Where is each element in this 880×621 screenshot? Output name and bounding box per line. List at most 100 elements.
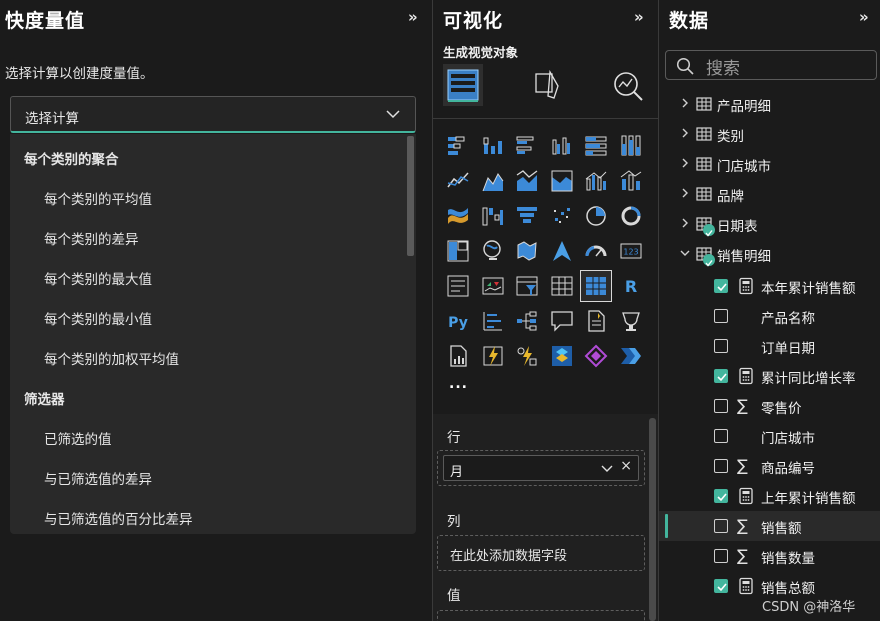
- field-checkbox[interactable]: [714, 549, 728, 563]
- values-well[interactable]: [437, 610, 645, 621]
- powerapps-visual-button[interactable]: [512, 341, 542, 371]
- field-checkbox[interactable]: [714, 579, 728, 593]
- dropdown-option[interactable]: 每个类别的加权平均值: [10, 340, 406, 380]
- chevron-right-icon[interactable]: [679, 217, 691, 229]
- line-clustered-column-visual-button[interactable]: [581, 166, 611, 196]
- qa-visual-button[interactable]: [547, 306, 577, 336]
- matrix-visual-button[interactable]: [580, 270, 612, 302]
- area-chart-visual-button[interactable]: [478, 166, 508, 196]
- field-row[interactable]: ∑ 零售价: [659, 391, 880, 421]
- field-checkbox[interactable]: [714, 459, 728, 473]
- columns-well[interactable]: 在此处添加数据字段: [437, 535, 645, 571]
- field-row[interactable]: 上年累计销售额: [659, 481, 880, 511]
- field-checkbox[interactable]: [714, 309, 728, 323]
- field-row[interactable]: ∑ 销售数量: [659, 541, 880, 571]
- chevron-down-icon[interactable]: [679, 247, 691, 259]
- table-row[interactable]: 门店城市: [659, 150, 880, 180]
- metrics-visual-button[interactable]: [616, 306, 646, 336]
- chevron-down-icon[interactable]: [600, 461, 614, 475]
- chevron-right-icon[interactable]: [679, 187, 691, 199]
- field-checkbox[interactable]: [714, 489, 728, 503]
- 100-stacked-bar-visual-button[interactable]: [581, 131, 611, 161]
- chevron-right-icon[interactable]: [679, 97, 691, 109]
- dropdown-option[interactable]: 每个类别的最小值: [10, 300, 406, 340]
- field-checkbox[interactable]: [714, 339, 728, 353]
- dropdown-option[interactable]: 每个类别的平均值: [10, 180, 406, 220]
- table-row[interactable]: 品牌: [659, 180, 880, 210]
- treemap-visual-button[interactable]: [443, 236, 473, 266]
- paginated-report-visual-button[interactable]: [443, 341, 473, 371]
- pie-visual-button[interactable]: [581, 201, 611, 231]
- line-chart-visual-button[interactable]: [443, 166, 473, 196]
- search-input[interactable]: 搜索: [665, 50, 877, 80]
- dropdown-option[interactable]: 已筛选的值: [10, 420, 406, 460]
- dropdown-option[interactable]: 与已筛选值的差异: [10, 460, 406, 500]
- calculation-select[interactable]: 选择计算: [10, 96, 416, 133]
- table-row[interactable]: 产品明细: [659, 90, 880, 120]
- dropdown-option[interactable]: 与已筛选值的百分比差异: [10, 500, 406, 534]
- field-checkbox[interactable]: [714, 369, 728, 383]
- filled-map-visual-button[interactable]: [512, 236, 542, 266]
- stacked-area-visual-button[interactable]: [512, 166, 542, 196]
- smart-narrative-visual-button[interactable]: [581, 306, 611, 336]
- azure-map-visual-button[interactable]: [547, 236, 577, 266]
- chevron-right-icon[interactable]: [679, 127, 691, 139]
- decomposition-tree-visual-button[interactable]: [512, 306, 542, 336]
- field-row[interactable]: ∑ 销售额: [659, 511, 880, 541]
- multi-row-card-visual-button[interactable]: [443, 271, 473, 301]
- field-row[interactable]: 门店城市: [659, 421, 880, 451]
- table-row[interactable]: 日期表: [659, 210, 880, 240]
- build-visual-tab[interactable]: [443, 64, 483, 106]
- ribbon-area-visual-button[interactable]: [547, 166, 577, 196]
- python-visual-visual-button[interactable]: Py: [443, 306, 473, 336]
- donut-visual-button[interactable]: [616, 201, 646, 231]
- field-row[interactable]: 订单日期: [659, 331, 880, 361]
- waterfall-visual-button[interactable]: [478, 201, 508, 231]
- key-influencers-visual-button[interactable]: [478, 306, 508, 336]
- field-checkbox[interactable]: [714, 279, 728, 293]
- table-row[interactable]: 类别: [659, 120, 880, 150]
- format-visual-tab[interactable]: [528, 64, 568, 106]
- more-visuals-button[interactable]: ...: [449, 376, 468, 392]
- chevron-right-icon[interactable]: [679, 157, 691, 169]
- more-visual-button[interactable]: [616, 341, 646, 371]
- visualizations-scrollbar[interactable]: [649, 418, 656, 621]
- dropdown-scrollbar[interactable]: [407, 136, 414, 256]
- dropdown-option[interactable]: 每个类别的最大值: [10, 260, 406, 300]
- 100-stacked-column-visual-button[interactable]: [616, 131, 646, 161]
- field-checkbox[interactable]: [714, 519, 728, 533]
- clustered-bar-visual-button[interactable]: [512, 131, 542, 161]
- arcgis-visual-button[interactable]: [478, 341, 508, 371]
- rows-well[interactable]: 月 ×: [437, 450, 645, 486]
- scatter-visual-button[interactable]: [547, 201, 577, 231]
- field-row[interactable]: ∑ 商品编号: [659, 451, 880, 481]
- line-stacked-column-visual-button[interactable]: [616, 166, 646, 196]
- field-row[interactable]: 累计同比增长率: [659, 361, 880, 391]
- clustered-column-visual-button[interactable]: [547, 131, 577, 161]
- analytics-tab[interactable]: [608, 64, 648, 106]
- card-visual-button[interactable]: 123: [616, 236, 646, 266]
- ribbon-chart-visual-button[interactable]: [443, 201, 473, 231]
- table-row[interactable]: 销售明细: [659, 240, 880, 270]
- rows-field-chip[interactable]: 月 ×: [443, 455, 639, 481]
- slicer-visual-button[interactable]: [512, 271, 542, 301]
- collapse-quick-measure-button[interactable]: »: [408, 8, 418, 26]
- table-visual-button[interactable]: [547, 271, 577, 301]
- field-row[interactable]: 本年累计销售额: [659, 271, 880, 301]
- map-visual-button[interactable]: [478, 236, 508, 266]
- funnel-visual-button[interactable]: [512, 201, 542, 231]
- stacked-column-visual-button[interactable]: [478, 131, 508, 161]
- r-visual-visual-button[interactable]: R: [616, 271, 646, 301]
- collapse-visualizations-button[interactable]: »: [634, 8, 644, 26]
- stacked-bar-visual-button[interactable]: [443, 131, 473, 161]
- dropdown-option[interactable]: 每个类别的差异: [10, 220, 406, 260]
- visio-visual-button[interactable]: [581, 341, 611, 371]
- field-row[interactable]: 产品名称: [659, 301, 880, 331]
- collapse-data-button[interactable]: »: [859, 8, 869, 26]
- remove-field-button[interactable]: ×: [620, 458, 632, 474]
- power-automate-visual-button[interactable]: [547, 341, 577, 371]
- gauge-visual-button[interactable]: [581, 236, 611, 266]
- field-checkbox[interactable]: [714, 399, 728, 413]
- field-checkbox[interactable]: [714, 429, 728, 443]
- kpi-visual-button[interactable]: [478, 271, 508, 301]
